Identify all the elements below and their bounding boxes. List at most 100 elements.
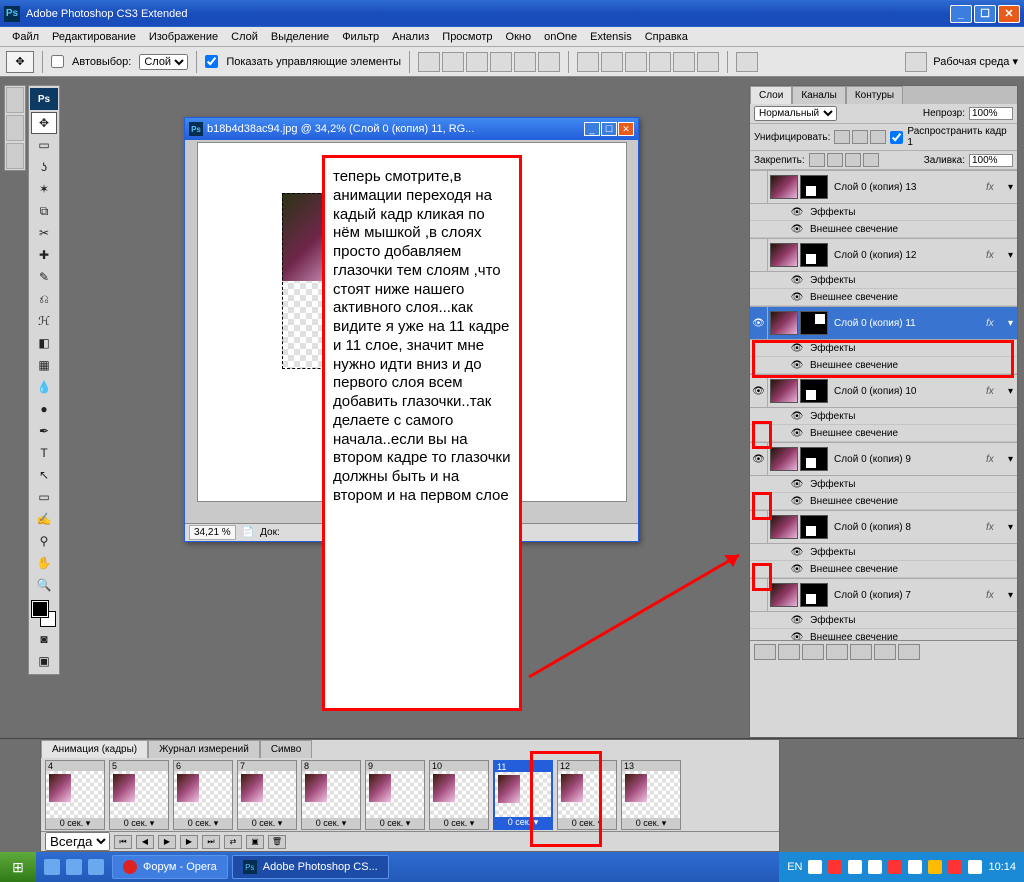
notes-tool[interactable]: ✍ (31, 508, 57, 530)
visibility-toggle[interactable] (750, 578, 768, 612)
move-tool[interactable]: ✥ (31, 112, 57, 134)
autoselect-checkbox[interactable] (51, 55, 64, 68)
fx-row[interactable]: 👁Эффекты (750, 612, 1017, 629)
lasso-tool[interactable]: ʖ (31, 156, 57, 178)
next-frame-icon[interactable]: ▶ (180, 835, 198, 849)
lock-icon[interactable] (809, 153, 825, 167)
align-icon[interactable] (490, 52, 512, 72)
tray-icon[interactable] (888, 860, 902, 874)
quicklaunch-icon[interactable] (88, 859, 104, 875)
layer-row[interactable]: Слой 0 (копия) 7 fx▾ (750, 578, 1017, 612)
tray-icon[interactable] (828, 860, 842, 874)
minimize-button[interactable]: _ (950, 5, 972, 23)
prev-frame-icon[interactable]: ◀ (136, 835, 154, 849)
fx-row[interactable]: 👁Эффекты (750, 544, 1017, 561)
trash-icon[interactable] (898, 644, 920, 660)
animation-frame[interactable]: 100 сек. ▾ (429, 760, 489, 830)
first-frame-icon[interactable]: ⏮ (114, 835, 132, 849)
tab-symbols[interactable]: Симво (260, 740, 312, 758)
workspace-icon[interactable] (905, 52, 927, 72)
dist-icon[interactable] (625, 52, 647, 72)
tab-measurements[interactable]: Журнал измерений (148, 740, 260, 758)
brush-tool[interactable]: ✎ (31, 266, 57, 288)
autoselect-select[interactable]: Слой (139, 54, 188, 70)
doc-close-button[interactable]: ✕ (618, 122, 634, 136)
collapsed-panels[interactable] (4, 85, 26, 171)
fx-row[interactable]: 👁Эффекты (750, 340, 1017, 357)
fx-row[interactable]: 👁Эффекты (750, 408, 1017, 425)
doc-max-button[interactable]: ☐ (601, 122, 617, 136)
quicklaunch-icon[interactable] (44, 859, 60, 875)
gradient-tool[interactable]: ▦ (31, 354, 57, 376)
dodge-tool[interactable]: ● (31, 398, 57, 420)
dist-icon[interactable] (697, 52, 719, 72)
visibility-toggle[interactable] (750, 170, 768, 204)
close-button[interactable]: ✕ (998, 5, 1020, 23)
quickmask-icon[interactable]: ◙ (31, 628, 57, 650)
fx-indicator[interactable]: fx (986, 386, 1004, 397)
start-button[interactable]: ⊞ (0, 852, 36, 882)
tab-channels[interactable]: Каналы (792, 86, 846, 104)
loop-select[interactable]: Всегда (45, 832, 110, 851)
dist-icon[interactable] (577, 52, 599, 72)
menu-onone[interactable]: onOne (538, 29, 583, 45)
path-tool[interactable]: ↖ (31, 464, 57, 486)
animation-frame[interactable]: 130 сек. ▾ (621, 760, 681, 830)
menu-help[interactable]: Справка (639, 29, 694, 45)
slice-tool[interactable]: ✂ (31, 222, 57, 244)
tab-layers[interactable]: Слои (750, 86, 792, 104)
fx-indicator[interactable]: fx (986, 318, 1004, 329)
zoom-value[interactable]: 34,21 % (189, 525, 236, 540)
type-tool[interactable]: T (31, 442, 57, 464)
doc-min-button[interactable]: _ (584, 122, 600, 136)
hand-tool[interactable]: ✋ (31, 552, 57, 574)
tray-icon[interactable] (928, 860, 942, 874)
mask-icon[interactable] (802, 644, 824, 660)
history-brush-tool[interactable]: ℋ (31, 310, 57, 332)
tray-icon[interactable] (948, 860, 962, 874)
fx-row[interactable]: 👁Эффекты (750, 204, 1017, 221)
menu-filter[interactable]: Фильтр (336, 29, 385, 45)
play-icon[interactable]: ▶ (158, 835, 176, 849)
fx-indicator[interactable]: fx (986, 454, 1004, 465)
menu-extensis[interactable]: Extensis (584, 29, 638, 45)
layer-row[interactable]: 👁 Слой 0 (копия) 11 fx▾ (750, 306, 1017, 340)
lock-icon[interactable] (827, 153, 843, 167)
animation-frame[interactable]: 80 сек. ▾ (301, 760, 361, 830)
maximize-button[interactable]: ☐ (974, 5, 996, 23)
adjustment-icon[interactable] (826, 644, 848, 660)
healing-tool[interactable]: ✚ (31, 244, 57, 266)
animation-frame[interactable]: 40 сек. ▾ (45, 760, 105, 830)
workspace-label[interactable]: Рабочая среда ▾ (933, 55, 1018, 68)
fx-indicator[interactable]: fx (986, 590, 1004, 601)
animation-frame[interactable]: 120 сек. ▾ (557, 760, 617, 830)
unify-icon[interactable] (852, 130, 868, 144)
menu-file[interactable]: Файл (6, 29, 45, 45)
fx-indicator[interactable]: fx (986, 522, 1004, 533)
align-icon[interactable] (538, 52, 560, 72)
task-opera[interactable]: Форум - Opera (112, 855, 228, 879)
dist-icon[interactable] (649, 52, 671, 72)
zoom-tool[interactable]: 🔍 (31, 574, 57, 596)
fx-row[interactable]: 👁Внешнее свечение (750, 629, 1017, 640)
animation-frame[interactable]: 70 сек. ▾ (237, 760, 297, 830)
visibility-toggle[interactable]: 👁 (750, 442, 768, 476)
wand-tool[interactable]: ✶ (31, 178, 57, 200)
fx-row[interactable]: 👁Внешнее свечение (750, 561, 1017, 578)
color-swatches[interactable] (31, 600, 57, 628)
visibility-toggle[interactable]: 👁 (750, 374, 768, 408)
crop-tool[interactable]: ⧉ (31, 200, 57, 222)
task-photoshop[interactable]: Ps Adobe Photoshop CS... (232, 855, 389, 879)
tween-icon[interactable]: ⇄ (224, 835, 242, 849)
fill-value[interactable]: 100% (969, 154, 1013, 167)
visibility-toggle[interactable] (750, 510, 768, 544)
menu-view[interactable]: Просмотр (436, 29, 498, 45)
unify-icon[interactable] (870, 130, 886, 144)
tool-indicator[interactable]: ✥ (6, 51, 34, 73)
animation-frame[interactable]: 110 сек. ▾ (493, 760, 553, 830)
menu-layer[interactable]: Слой (225, 29, 264, 45)
pen-tool[interactable]: ✒ (31, 420, 57, 442)
screenmode-icon[interactable]: ▣ (31, 650, 57, 672)
eyedropper-tool[interactable]: ⚲ (31, 530, 57, 552)
new-frame-icon[interactable]: ▣ (246, 835, 264, 849)
